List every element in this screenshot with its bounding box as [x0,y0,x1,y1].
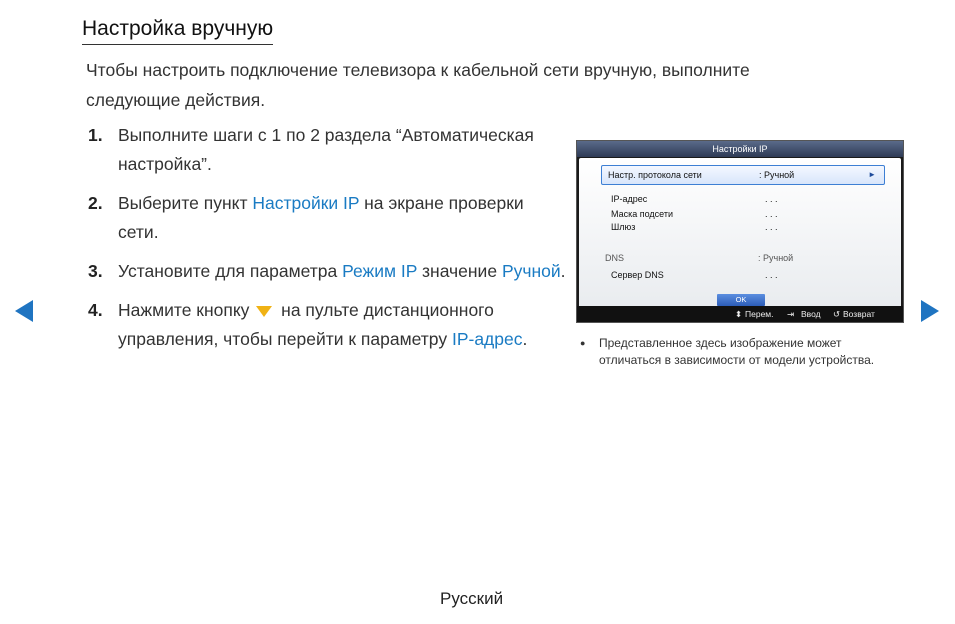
keyword-ip-settings: Настройки IP [252,193,360,213]
keyword-manual: Ручной [501,261,561,281]
step-4: 4. Нажмите кнопку на пульте дистанционно… [88,296,568,354]
subnet-mask-label: Маска подсети [611,209,674,219]
step-text: Нажмите кнопку [118,300,255,320]
nav-right-icon[interactable] [921,300,939,322]
nav-left-icon[interactable] [15,300,33,322]
screen-footer: ⬍ Перем. ⇥ Ввод ↺ Возврат [577,306,903,322]
move-hint: Перем. [745,309,774,319]
step-number: 2. [88,193,103,213]
keyword-ip-address: IP-адрес [451,329,523,349]
step-text: Выполните шаги с 1 по 2 раздела “Автомат… [118,125,534,174]
dns-server-label: Сервер DNS [611,270,664,280]
ip-settings-screenshot: Настройки IP Настр. протокола сети : Руч… [576,140,904,323]
page-title: Настройка вручную [82,16,274,45]
image-note: ● Представленное здесь изображение может… [580,335,900,369]
keyword-ip-mode: Режим IP [342,261,418,281]
protocol-label: Настр. протокола сети [608,170,702,180]
dns-label: DNS [605,253,625,263]
screen-body: Настр. протокола сети : Ручной ► IP-адре… [579,158,901,308]
step-number: 4. [88,300,103,320]
ip-address-value: . . . [765,194,778,204]
step-number: 1. [88,125,103,145]
intro-text: Чтобы настроить подключение телевизора к… [86,60,750,110]
step-2: 2. Выберите пункт Настройки IP на экране… [88,189,568,247]
dns-value: : Ручной [758,253,794,263]
step-number: 3. [88,261,103,281]
gateway-value: . . . [765,222,778,232]
ok-button[interactable]: OK [717,294,765,306]
step-text: . [560,261,566,281]
step-text: Выберите пункт [118,193,253,213]
footer-language: Русский [440,589,504,608]
ip-address-label: IP-адрес [611,194,648,204]
protocol-value: : Ручной [759,170,795,180]
enter-hint: Ввод [801,309,821,319]
right-triangle-icon: ► [868,170,876,179]
subnet-mask-value: . . . [765,209,778,219]
back-hint: Возврат [843,309,875,319]
step-3: 3. Установите для параметра Режим IP зна… [88,257,568,286]
step-text: значение [417,261,502,281]
gateway-label: Шлюз [611,222,636,232]
protocol-setting-row[interactable]: Настр. протокола сети : Ручной ► [601,165,885,185]
enter-icon: ⇥ [787,309,795,319]
step-text: Установите для параметра [118,261,343,281]
return-icon: ↺ [833,309,841,319]
step-1: 1. Выполните шаги с 1 по 2 раздела “Авто… [88,121,568,179]
down-triangle-icon [256,305,273,317]
dns-server-value: . . . [765,270,778,280]
updown-icon: ⬍ [735,309,743,319]
step-text: . [522,329,528,349]
steps-list: 1. Выполните шаги с 1 по 2 раздела “Авто… [88,121,568,364]
screen-header: Настройки IP [577,141,903,157]
bullet-icon: ● [580,338,586,348]
note-text: Представленное здесь изображение может о… [599,336,875,367]
